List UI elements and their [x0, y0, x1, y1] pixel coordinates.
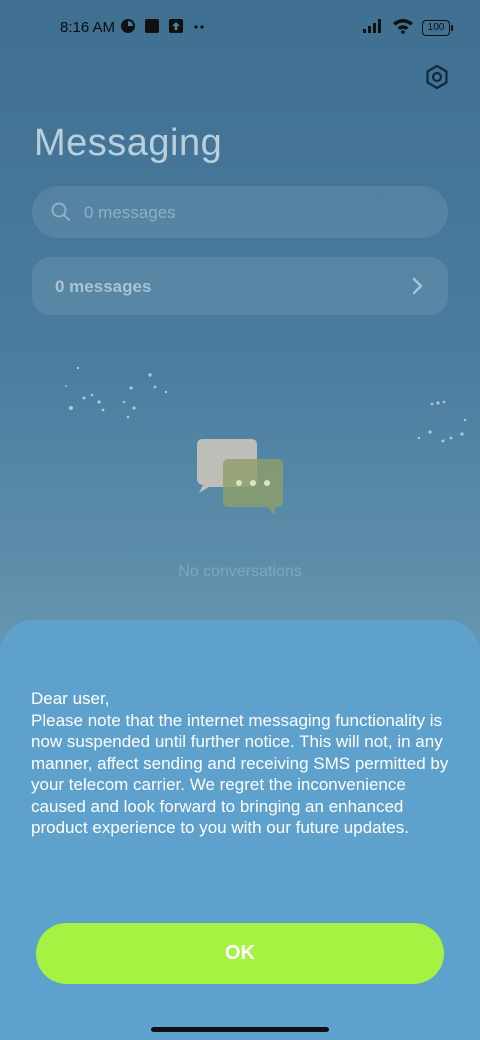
wifi-icon — [392, 18, 414, 38]
status-icons-right: 100 — [362, 18, 453, 38]
status-icons-left — [120, 18, 208, 34]
cellular-signal-icon — [362, 18, 384, 38]
messages-card[interactable]: 0 messages — [32, 257, 448, 315]
battery-icon: 100 — [422, 20, 453, 36]
page-title: Messaging — [34, 122, 223, 164]
status-time: 8:16 AM — [60, 19, 116, 36]
notice-dialog: Dear user, Please note that the internet… — [0, 620, 480, 1040]
upload-arrow-icon — [168, 18, 184, 34]
home-indicator[interactable] — [151, 1027, 329, 1032]
chevron-right-icon — [412, 277, 424, 300]
settings-button[interactable] — [420, 62, 454, 96]
search-input[interactable] — [82, 186, 426, 240]
empty-state-text: No conversations — [178, 563, 302, 580]
gear-icon — [424, 64, 450, 95]
more-dots-icon — [192, 18, 208, 34]
ok-button[interactable]: OK — [36, 923, 444, 984]
search-bar[interactable] — [32, 186, 448, 240]
notification-square-icon — [144, 18, 160, 34]
search-icon — [50, 201, 72, 228]
status-bar: 8:16 AM 100 — [0, 0, 480, 56]
dialog-message: Dear user, Please note that the internet… — [31, 689, 449, 837]
chat-bubbles-icon — [195, 437, 287, 517]
messages-card-label: 0 messages — [55, 277, 152, 296]
data-saver-icon — [120, 18, 136, 34]
